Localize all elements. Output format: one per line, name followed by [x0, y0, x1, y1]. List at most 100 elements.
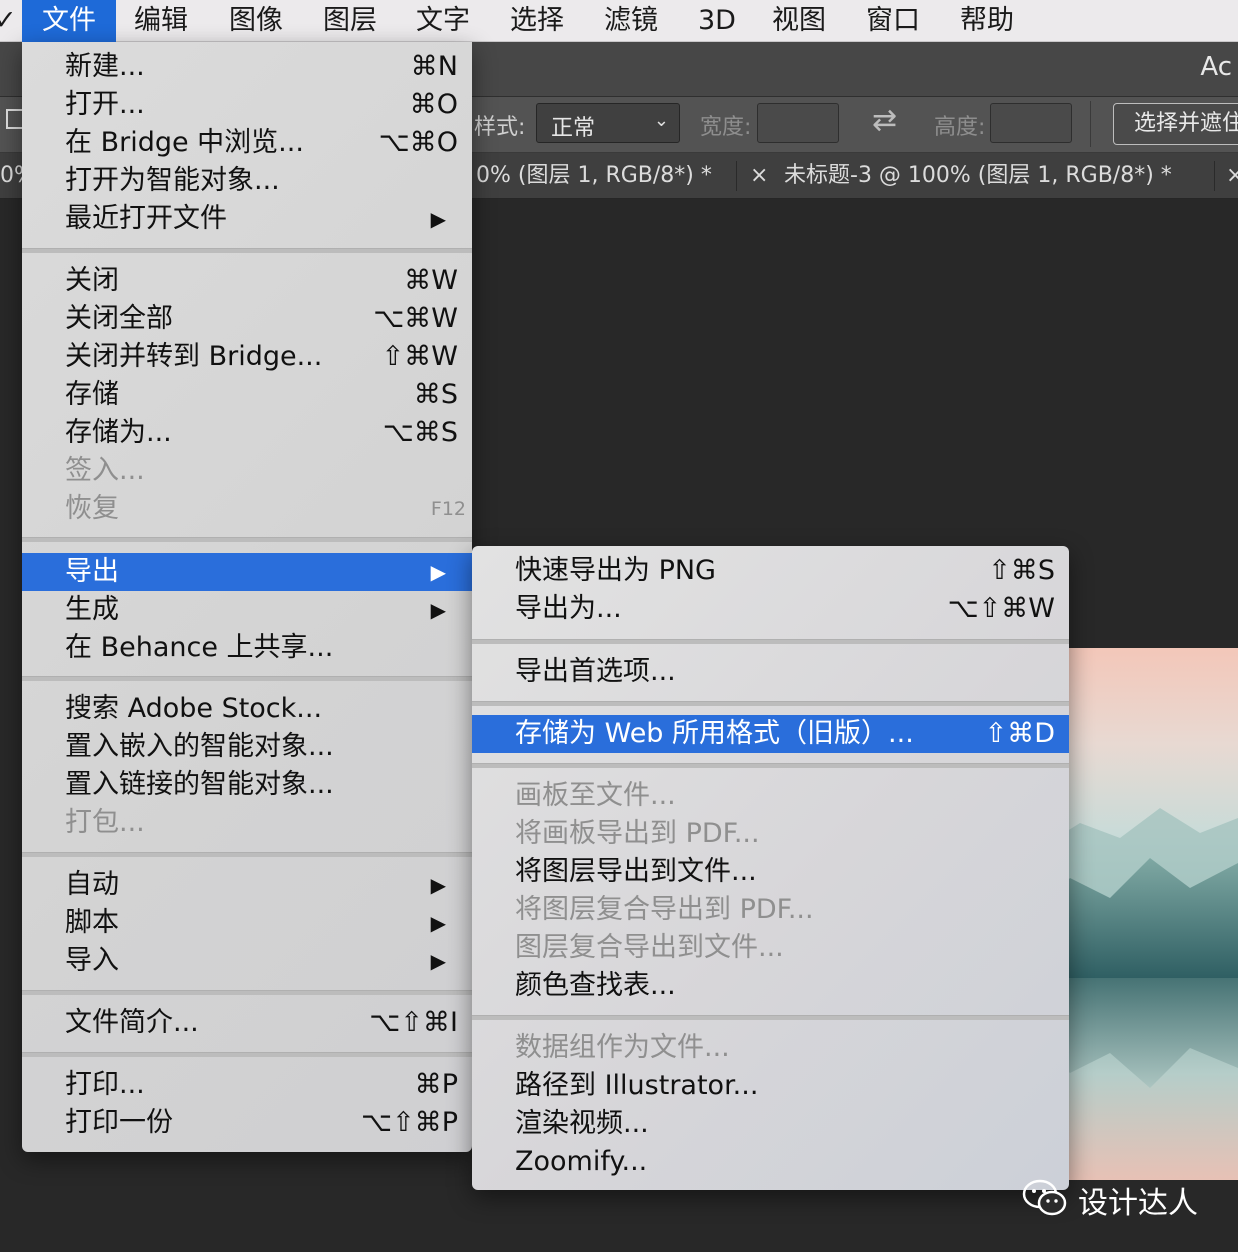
menu-item-label: 快速导出为 PNG	[515, 555, 716, 586]
select-and-mask-button[interactable]: 选择并遮住	[1113, 103, 1238, 145]
menu-item-label: 签入...	[65, 455, 145, 486]
menu-item-label: 打包...	[65, 807, 145, 838]
menu-item-search-adobe-stock[interactable]: 搜索 Adobe Stock...	[22, 690, 472, 728]
width-label: 宽度:	[700, 115, 752, 140]
menu-item-shortcut: ⌘W	[404, 265, 458, 296]
menu-separator	[22, 852, 472, 857]
width-input[interactable]	[757, 103, 839, 143]
menu-item-generate[interactable]: 生成 ▶	[22, 591, 472, 629]
menu-item-open-as-smart-object[interactable]: 打开为智能对象...	[22, 162, 472, 200]
menu-item-label: 最近打开文件	[65, 203, 227, 234]
menu-item-shortcut: ⇧⌘S	[988, 555, 1055, 586]
menu-item-shortcut: ⌥⇧⌘W	[947, 593, 1055, 624]
menu-item-close-and-go-to-bridge[interactable]: 关闭并转到 Bridge... ⇧⌘W	[22, 338, 472, 376]
menubar-window[interactable]: 窗口	[866, 0, 920, 42]
menu-item-export-as[interactable]: 导出为... ⌥⇧⌘W	[472, 590, 1069, 628]
menubar-select[interactable]: 选择	[510, 0, 564, 42]
menu-item-file-info[interactable]: 文件简介... ⌥⇧⌘I	[22, 1004, 472, 1042]
menubar-help[interactable]: 帮助	[960, 0, 1014, 42]
menu-item-import[interactable]: 导入 ▶	[22, 942, 472, 980]
menu-separator	[472, 1015, 1069, 1020]
swap-arrows-icon[interactable]: ⇄	[872, 103, 897, 138]
menu-item-open[interactable]: 打开... ⌘O	[22, 86, 472, 124]
submenu-arrow-icon: ▶	[430, 560, 446, 584]
menu-item-place-linked[interactable]: 置入链接的智能对象...	[22, 766, 472, 804]
menu-item-label: 颜色查找表...	[515, 970, 676, 1001]
menubar-layer[interactable]: 图层	[323, 0, 377, 42]
menu-item-label: 打印...	[65, 1069, 145, 1100]
menu-item-automate[interactable]: 自动 ▶	[22, 866, 472, 904]
menubar-edit[interactable]: 编辑	[134, 0, 188, 42]
submenu-arrow-icon: ▶	[430, 598, 446, 622]
menu-separator	[472, 639, 1069, 644]
menubar-filter[interactable]: 滤镜	[604, 0, 658, 42]
tab-document-untitled-3[interactable]: 未标题-3 @ 100% (图层 1, RGB/8*) *	[784, 153, 1172, 199]
menu-item-shortcut: ⇧⌘W	[381, 341, 458, 372]
menu-item-layer-comps-to-files: 图层复合导出到文件...	[472, 929, 1069, 967]
menubar-edge-fragment: ✓	[0, 5, 17, 36]
menu-item-open-recent[interactable]: 最近打开文件 ▶	[22, 200, 472, 238]
menu-item-label: 将图层复合导出到 PDF...	[515, 894, 814, 925]
menubar-3d[interactable]: 3D	[698, 0, 736, 42]
menu-item-new[interactable]: 新建... ⌘N	[22, 48, 472, 86]
style-select[interactable]: 正常 ⌄	[536, 103, 680, 143]
menu-item-package: 打包...	[22, 804, 472, 842]
submenu-arrow-icon: ▶	[430, 911, 446, 935]
menu-item-zoomify[interactable]: Zoomify...	[472, 1143, 1069, 1181]
menu-item-close-all[interactable]: 关闭全部 ⌥⌘W	[22, 300, 472, 338]
menu-item-shortcut: ⌘P	[414, 1069, 458, 1100]
menu-item-layers-to-files[interactable]: 将图层导出到文件...	[472, 853, 1069, 891]
tab-close-icon[interactable]: ×	[1226, 153, 1238, 199]
menu-item-label: 数据组作为文件...	[515, 1032, 730, 1063]
menu-item-data-sets-as-files: 数据组作为文件...	[472, 1029, 1069, 1067]
menu-item-label: 关闭全部	[65, 303, 173, 334]
menu-item-color-lookup-tables[interactable]: 颜色查找表...	[472, 967, 1069, 1005]
menu-item-paths-to-illustrator[interactable]: 路径到 Illustrator...	[472, 1067, 1069, 1105]
menu-item-shortcut: ⌘N	[410, 51, 458, 82]
wechat-icon	[1022, 1179, 1067, 1216]
canvas-image[interactable]	[1040, 648, 1238, 1180]
menu-item-scripts[interactable]: 脚本 ▶	[22, 904, 472, 942]
submenu-arrow-icon: ▶	[430, 207, 446, 231]
menubar-type[interactable]: 文字	[416, 0, 470, 42]
menu-item-save-as[interactable]: 存储为... ⌥⌘S	[22, 414, 472, 452]
menu-item-save[interactable]: 存储 ⌘S	[22, 376, 472, 414]
menu-item-export-preferences[interactable]: 导出首选项...	[472, 653, 1069, 691]
menu-item-print-one-copy[interactable]: 打印一份 ⌥⇧⌘P	[22, 1104, 472, 1142]
menu-item-shortcut: ⌘S	[413, 379, 458, 410]
menu-item-shortcut: ⌥⌘W	[373, 303, 458, 334]
menu-item-label: 图层复合导出到文件...	[515, 932, 784, 963]
menu-item-shortcut: F12	[430, 498, 466, 520]
menu-item-quick-export-png[interactable]: 快速导出为 PNG ⇧⌘S	[472, 552, 1069, 590]
menu-item-label: 置入嵌入的智能对象...	[65, 731, 334, 762]
tab-document-1[interactable]: 0% (图层 1, RGB/8*) *	[476, 153, 712, 199]
export-submenu: 快速导出为 PNG ⇧⌘S 导出为... ⌥⇧⌘W 导出首选项... 存储为 W…	[472, 546, 1069, 1190]
menu-item-label: 脚本	[65, 907, 119, 938]
menu-item-browse-in-bridge[interactable]: 在 Bridge 中浏览... ⌥⌘O	[22, 124, 472, 162]
menubar-image[interactable]: 图像	[229, 0, 283, 42]
menubar-file[interactable]: 文件	[22, 0, 116, 42]
menu-item-place-embedded[interactable]: 置入嵌入的智能对象...	[22, 728, 472, 766]
menu-item-render-video[interactable]: 渲染视频...	[472, 1105, 1069, 1143]
menu-item-export[interactable]: 导出 ▶	[22, 553, 472, 591]
menubar-view[interactable]: 视图	[772, 0, 826, 42]
menu-item-label: 置入链接的智能对象...	[65, 769, 334, 800]
height-input[interactable]	[990, 103, 1072, 143]
menu-item-label: 打印一份	[65, 1107, 173, 1138]
file-menu: 新建... ⌘N 打开... ⌘O 在 Bridge 中浏览... ⌥⌘O 打开…	[22, 42, 472, 1152]
menu-item-label: 导出为...	[515, 593, 622, 624]
menu-item-save-for-web-legacy[interactable]: 存储为 Web 所用格式（旧版）... ⇧⌘D	[472, 715, 1069, 753]
menu-item-share-on-behance[interactable]: 在 Behance 上共享...	[22, 629, 472, 667]
menu-separator	[22, 248, 472, 253]
menu-item-check-in: 签入...	[22, 452, 472, 490]
menu-item-label: 打开为智能对象...	[65, 165, 280, 196]
tab-close-icon[interactable]: ×	[750, 153, 768, 199]
menu-item-shortcut: ⇧⌘D	[984, 718, 1055, 749]
menu-item-close[interactable]: 关闭 ⌘W	[22, 262, 472, 300]
menu-item-label: 画板至文件...	[515, 780, 676, 811]
chevron-down-icon: ⌄	[653, 110, 669, 131]
menu-separator	[22, 537, 472, 542]
menu-item-label: 存储为...	[65, 417, 172, 448]
menu-separator	[472, 701, 1069, 706]
menu-item-print[interactable]: 打印... ⌘P	[22, 1066, 472, 1104]
